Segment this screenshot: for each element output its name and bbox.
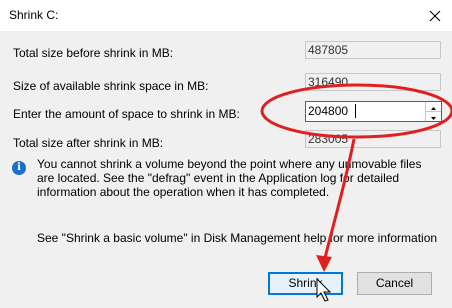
info-icon: i [12,161,26,175]
cancel-button[interactable]: Cancel [357,272,432,295]
spin-buttons [425,102,441,121]
window-title: Shrink C: [9,8,59,22]
total-size-before-label: Total size before shrink in MB: [13,46,174,60]
available-shrink-value: 316490 [305,73,441,91]
shrink-amount-input[interactable]: 204800 [305,101,442,122]
text-caret [355,104,356,118]
total-size-before-value: 487805 [305,41,441,59]
title-bar: Shrink C: [0,0,452,31]
help-text: See "Shrink a basic volume" in Disk Mana… [37,231,438,245]
total-size-after-label: Total size after shrink in MB: [13,136,164,150]
arrow-head [316,255,332,272]
shrink-button[interactable]: Shrink [268,272,343,295]
spin-up-button[interactable] [426,102,441,112]
available-shrink-label: Size of available shrink space in MB: [13,79,209,93]
shrink-amount-label: Enter the amount of space to shrink in M… [13,107,240,121]
shrink-amount-value[interactable]: 204800 [308,104,348,119]
chevron-down-icon [431,117,436,120]
close-button[interactable] [418,2,452,29]
spin-down-button[interactable] [426,112,441,121]
close-icon [429,10,441,22]
total-size-after-value: 283005 [305,130,441,148]
info-message: You cannot shrink a volume beyond the po… [37,157,422,199]
